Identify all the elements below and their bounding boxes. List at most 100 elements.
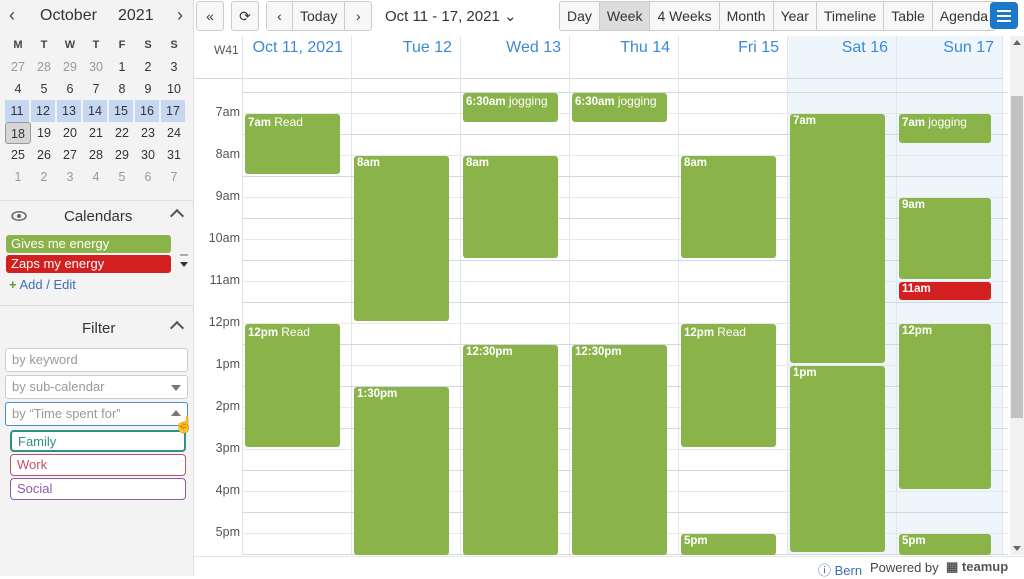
calendars-header[interactable]: Calendars	[0, 203, 194, 229]
calendar-scroll-icon[interactable]	[180, 240, 188, 272]
mini-day[interactable]: 17	[161, 100, 187, 122]
date-range-picker[interactable]: Oct 11 - 17, 2021 ⌄	[385, 7, 517, 25]
mini-day[interactable]: 11	[5, 100, 31, 122]
day-header[interactable]: Sat 16	[788, 36, 897, 79]
next-button[interactable]: ›	[345, 2, 372, 30]
day-column[interactable]	[679, 79, 788, 555]
collapse-sidebar-button[interactable]: «	[196, 1, 224, 31]
calendar-item[interactable]: Gives me energy	[6, 235, 171, 253]
mini-day[interactable]: 5	[31, 78, 57, 100]
prev-button[interactable]: ‹	[267, 2, 293, 30]
collapse-icon[interactable]	[169, 208, 185, 224]
menu-button[interactable]	[990, 2, 1018, 29]
mini-day[interactable]: 19	[31, 122, 57, 144]
mini-day[interactable]: 24	[161, 122, 187, 144]
mini-day[interactable]: 12	[31, 100, 57, 122]
mini-day[interactable]: 26	[31, 144, 57, 166]
event[interactable]: 8am	[354, 156, 449, 321]
mini-day[interactable]: 25	[5, 144, 31, 166]
time-spent-select[interactable]: by “Time spent for”	[5, 402, 188, 426]
view-agenda-button[interactable]: Agenda	[932, 2, 996, 30]
subcalendar-select[interactable]: by sub-calendar	[5, 375, 188, 399]
mini-day[interactable]: 1	[109, 56, 135, 78]
add-edit-link[interactable]: + Add / Edit	[9, 277, 76, 292]
view-day-button[interactable]: Day	[560, 2, 600, 30]
view-timeline-button[interactable]: Timeline	[816, 2, 885, 30]
event[interactable]: 7am jogging	[899, 114, 991, 143]
day-header[interactable]: Oct 11, 2021	[243, 36, 352, 79]
scroll-up-icon[interactable]	[1013, 40, 1021, 45]
event[interactable]: 8am	[681, 156, 776, 258]
mini-day[interactable]: 21	[83, 122, 109, 144]
mini-day[interactable]: 13	[57, 100, 83, 122]
keyword-input[interactable]: by keyword	[5, 348, 188, 372]
filter-option[interactable]: Social	[10, 478, 186, 500]
mini-day[interactable]: 14	[83, 100, 109, 122]
mini-day[interactable]: 4	[83, 166, 109, 188]
filter-header[interactable]: Filter	[0, 315, 194, 341]
day-header[interactable]: Fri 15	[679, 36, 788, 79]
day-header[interactable]: Wed 13	[461, 36, 570, 79]
mini-day[interactable]: 30	[83, 56, 109, 78]
mini-day[interactable]: 9	[135, 78, 161, 100]
mini-day[interactable]: 15	[109, 100, 135, 122]
refresh-button[interactable]: ⟳	[231, 1, 259, 31]
event[interactable]: 1:30pm	[354, 387, 449, 555]
day-header[interactable]: Sun 17	[897, 36, 1003, 79]
filter-option[interactable]: Family	[10, 430, 186, 452]
mini-day[interactable]: 8	[109, 78, 135, 100]
mini-day[interactable]: 27	[5, 56, 31, 78]
event[interactable]: 5pm	[899, 534, 991, 555]
mini-day[interactable]: 7	[83, 78, 109, 100]
mini-day[interactable]: 29	[109, 144, 135, 166]
day-header[interactable]: Tue 12	[352, 36, 461, 79]
event[interactable]: 1pm	[790, 366, 885, 552]
event[interactable]: 7am	[790, 114, 885, 363]
mini-day[interactable]: 6	[135, 166, 161, 188]
scroll-down-icon[interactable]	[1013, 546, 1021, 551]
event[interactable]: 6:30am jogging	[572, 93, 667, 122]
grid-scrollbar[interactable]	[1010, 36, 1024, 555]
view-month-button[interactable]: Month	[719, 2, 774, 30]
event[interactable]: 12:30pm	[463, 345, 558, 555]
today-button[interactable]: Today	[293, 2, 346, 30]
teamup-logo[interactable]: ▦ teamup	[946, 559, 1008, 575]
view-4-weeks-button[interactable]: 4 Weeks	[650, 2, 720, 30]
mini-day[interactable]: 3	[57, 166, 83, 188]
view-year-button[interactable]: Year	[773, 2, 817, 30]
event[interactable]: 12pm	[899, 324, 991, 489]
prev-month-icon[interactable]: ‹	[4, 5, 20, 26]
event[interactable]: 12:30pm	[572, 345, 667, 555]
event[interactable]: 12pm Read	[681, 324, 776, 447]
calendar-item[interactable]: Zaps my energy	[6, 255, 171, 273]
event[interactable]: 12pm Read	[245, 324, 340, 447]
event[interactable]: 7am Read	[245, 114, 340, 174]
day-header[interactable]: Thu 14	[570, 36, 679, 79]
timezone-link[interactable]: ⓘ Bern	[818, 560, 862, 579]
mini-day[interactable]: 7	[161, 166, 187, 188]
collapse-icon[interactable]	[169, 320, 185, 336]
event[interactable]: 6:30am jogging	[463, 93, 558, 122]
mini-day[interactable]: 16	[135, 100, 161, 122]
filter-option[interactable]: Work	[10, 454, 186, 476]
mini-day[interactable]: 4	[5, 78, 31, 100]
mini-day[interactable]: 3	[161, 56, 187, 78]
eye-icon[interactable]	[11, 211, 27, 221]
mini-day[interactable]: 10	[161, 78, 187, 100]
mini-day[interactable]: 28	[83, 144, 109, 166]
mini-day[interactable]: 18	[5, 122, 31, 144]
mini-day[interactable]: 6	[57, 78, 83, 100]
mini-month[interactable]: October	[40, 7, 97, 25]
mini-day[interactable]: 1	[5, 166, 31, 188]
event[interactable]: 9am	[899, 198, 991, 279]
mini-day[interactable]: 29	[57, 56, 83, 78]
mini-day[interactable]: 27	[57, 144, 83, 166]
mini-day[interactable]: 30	[135, 144, 161, 166]
event[interactable]: 11am	[899, 282, 991, 300]
mini-day[interactable]: 31	[161, 144, 187, 166]
next-month-icon[interactable]: ›	[172, 5, 188, 26]
mini-year[interactable]: 2021	[118, 7, 154, 25]
mini-day[interactable]: 23	[135, 122, 161, 144]
mini-day[interactable]: 2	[31, 166, 57, 188]
mini-day[interactable]: 5	[109, 166, 135, 188]
